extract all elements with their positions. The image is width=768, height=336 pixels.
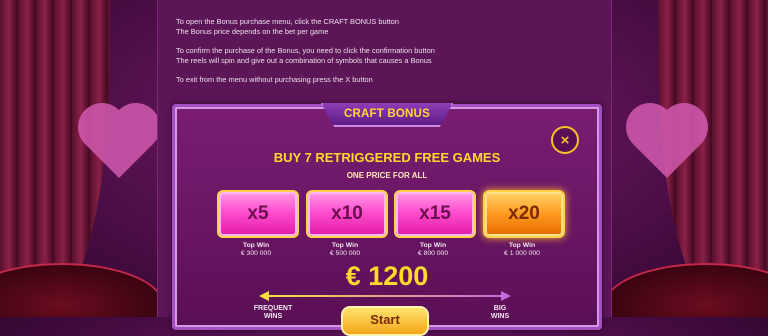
frequent-label-line1: FREQUENT <box>253 305 293 312</box>
dialog-subline: ONE PRICE FOR ALL <box>346 171 428 180</box>
multiplier-button-x5[interactable]: x5 <box>217 190 299 238</box>
multiplier-button-x10[interactable]: x10 <box>306 190 388 238</box>
top-win-label: Top Win <box>508 242 536 249</box>
dialog-title: CRAFT BONUS <box>321 103 453 127</box>
instruction-line: The reels will spin and give out a combi… <box>176 56 432 65</box>
bonus-price: € 1200 <box>345 261 429 291</box>
big-label-line2: WINS <box>490 313 510 320</box>
option-x15: x15 Top Win € 800 000 <box>394 190 476 258</box>
craft-bonus-dialog: CRAFT BONUS × BUY 7 RETRIGGERED FREE GAM… <box>172 103 602 336</box>
start-button[interactable]: Start <box>341 306 429 336</box>
top-win-value: € 500 000 <box>329 250 361 257</box>
top-win-label: Top Win <box>242 242 270 249</box>
background-right-stage <box>608 0 768 317</box>
background-left-stage <box>0 0 160 317</box>
instruction-line: To confirm the purchase of the Bonus, yo… <box>176 46 435 55</box>
stage-platform-right <box>608 263 768 317</box>
multiplier-options: x5 Top Win € 300 000 x10 Top Win € 500 0… <box>217 190 565 260</box>
top-win-value: € 800 000 <box>417 250 449 257</box>
volatility-scale <box>263 295 503 297</box>
instruction-line: To open the Bonus purchase menu, click t… <box>176 17 399 26</box>
multiplier-button-x20[interactable]: x20 <box>483 190 565 238</box>
top-win-label: Top Win <box>331 242 359 249</box>
instruction-line: The Bonus price depends on the bet per g… <box>176 27 329 36</box>
big-wins-label: BIG WINS <box>480 305 520 321</box>
instructions-text: To open the Bonus purchase menu, click t… <box>176 17 596 85</box>
option-x10: x10 Top Win € 500 000 <box>306 190 388 258</box>
multiplier-button-x15[interactable]: x15 <box>394 190 476 238</box>
instruction-line: To exit from the menu without purchasing… <box>176 75 373 84</box>
option-x5: x5 Top Win € 300 000 <box>217 190 299 258</box>
top-win-label: Top Win <box>419 242 447 249</box>
dialog-headline: BUY 7 RETRIGGERED FREE GAMES <box>273 150 501 165</box>
option-x20: x20 Top Win € 1 000 000 <box>483 190 565 258</box>
frequent-wins-label: FREQUENT WINS <box>249 305 297 321</box>
stage-platform-left <box>0 263 160 317</box>
top-win-value: € 1 000 000 <box>504 250 540 257</box>
frequent-label-line2: WINS <box>263 313 283 320</box>
close-icon: × <box>560 131 570 149</box>
arrow-right-icon <box>501 291 511 301</box>
top-win-value: € 300 000 <box>240 250 272 257</box>
big-label-line1: BIG <box>493 305 507 312</box>
